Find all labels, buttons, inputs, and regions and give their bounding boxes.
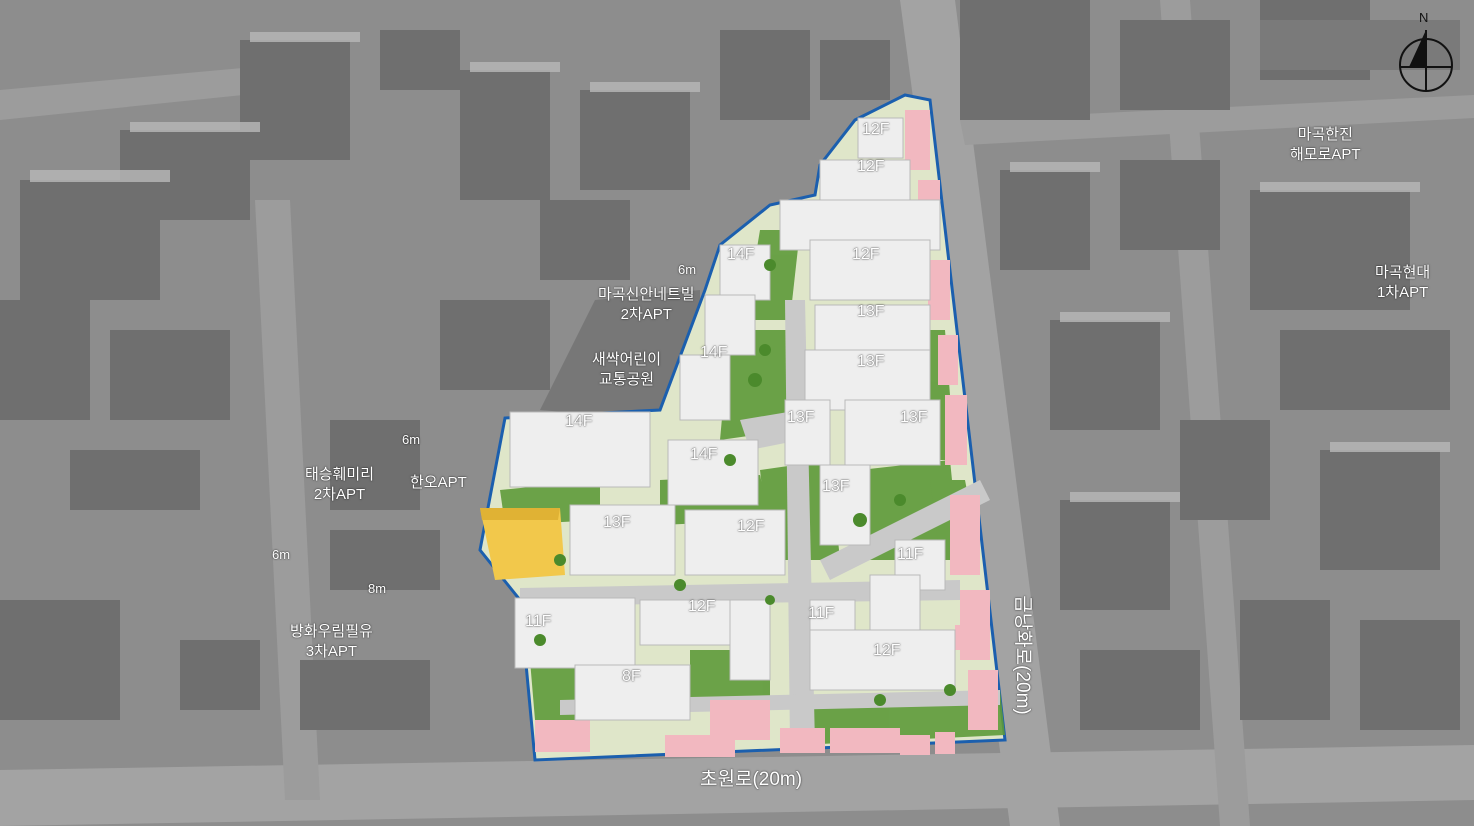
floor-label: 13F — [603, 514, 631, 531]
floor-label: 11F — [897, 546, 924, 563]
floor-label: 13F — [822, 478, 850, 495]
neighbor-taeseung-label: 태승훼미리 2차APT — [305, 466, 375, 503]
compass-north-label: N — [1419, 10, 1429, 25]
site-plan-map: N 마곡한진 해모로APT 마곡현대 1차APT 마곡신안네트빌 2차APT 새싹어린… — [0, 0, 1474, 826]
floor-label: 12F — [737, 518, 765, 535]
neighbor-hyundai-label: 마곡현대 1차APT — [1375, 264, 1431, 301]
road-width-label: 6m — [272, 547, 291, 562]
floor-label: 13F — [857, 303, 885, 320]
floor-label: 12F — [857, 158, 885, 175]
floor-label: 13F — [857, 353, 885, 370]
road-width-label: 6m — [678, 262, 697, 277]
floor-label: 8F — [622, 668, 641, 685]
map-base-layer — [0, 0, 1474, 826]
floor-label: 12F — [862, 121, 890, 138]
neighbor-sinan-label: 마곡신안네트빌 2차APT — [598, 286, 695, 323]
east-road-label: 금낭화로(20m) — [1011, 595, 1033, 715]
road-width-label: 6m — [402, 432, 421, 447]
neighbor-banghwa-label: 방화우림필유 3차APT — [290, 623, 373, 660]
floor-label: 13F — [900, 409, 928, 426]
floor-label: 11F — [525, 613, 552, 630]
floor-label: 14F — [700, 344, 728, 361]
north-compass: N — [1397, 10, 1455, 92]
floor-label: 13F — [787, 409, 815, 426]
floor-label: 12F — [852, 246, 880, 263]
neighbor-hanjin-label: 마곡한진 해모로APT — [1290, 126, 1361, 163]
traffic-park-label: 새싹어린이 교통공원 — [592, 351, 662, 388]
neighbor-hanoh-label: 한오APT — [410, 474, 467, 491]
floor-label: 14F — [565, 413, 593, 430]
floor-label: 12F — [688, 598, 716, 615]
floor-label: 14F — [690, 446, 718, 463]
floor-label: 14F — [727, 246, 755, 263]
floor-label: 12F — [873, 642, 901, 659]
south-road-label: 초원로(20m) — [700, 769, 803, 790]
road-width-label: 8m — [368, 581, 387, 596]
floor-label: 11F — [808, 605, 835, 622]
